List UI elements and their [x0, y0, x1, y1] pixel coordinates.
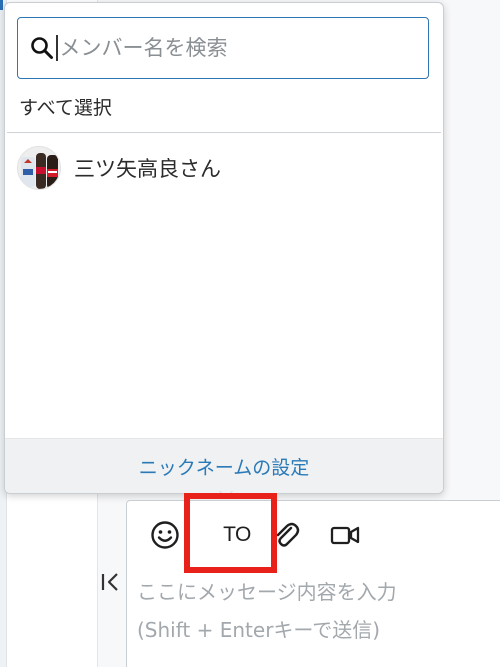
to-member-popup: すべて選択 三ツ矢高良さん ニックネームの設定	[4, 2, 444, 494]
member-list-item[interactable]: 三ツ矢高良さん	[17, 143, 221, 193]
nickname-settings-link[interactable]: ニックネームの設定	[5, 438, 443, 493]
collapse-left-icon	[101, 573, 118, 591]
smiley-icon	[151, 521, 179, 549]
nav-active-marker	[0, 0, 3, 10]
member-search-box[interactable]	[17, 17, 429, 79]
popup-divider	[7, 132, 441, 133]
select-all-option[interactable]: すべて選択	[19, 93, 112, 120]
member-search-input[interactable]	[59, 36, 380, 60]
video-camera-icon	[330, 526, 360, 545]
collapse-panel-button[interactable]	[100, 570, 124, 594]
message-input[interactable]	[137, 573, 487, 663]
screen: すべて選択 三ツ矢高良さん ニックネームの設定	[0, 0, 500, 667]
emoji-button[interactable]	[147, 517, 183, 553]
member-name: 三ツ矢高良さん	[74, 157, 221, 181]
composer-toolbar: TO	[127, 501, 500, 567]
search-icon	[30, 36, 54, 60]
text-caret	[56, 35, 58, 61]
video-call-button[interactable]	[327, 517, 363, 553]
avatar	[17, 146, 61, 190]
message-composer: TO	[126, 500, 500, 667]
to-button-highlight-box	[184, 493, 277, 573]
